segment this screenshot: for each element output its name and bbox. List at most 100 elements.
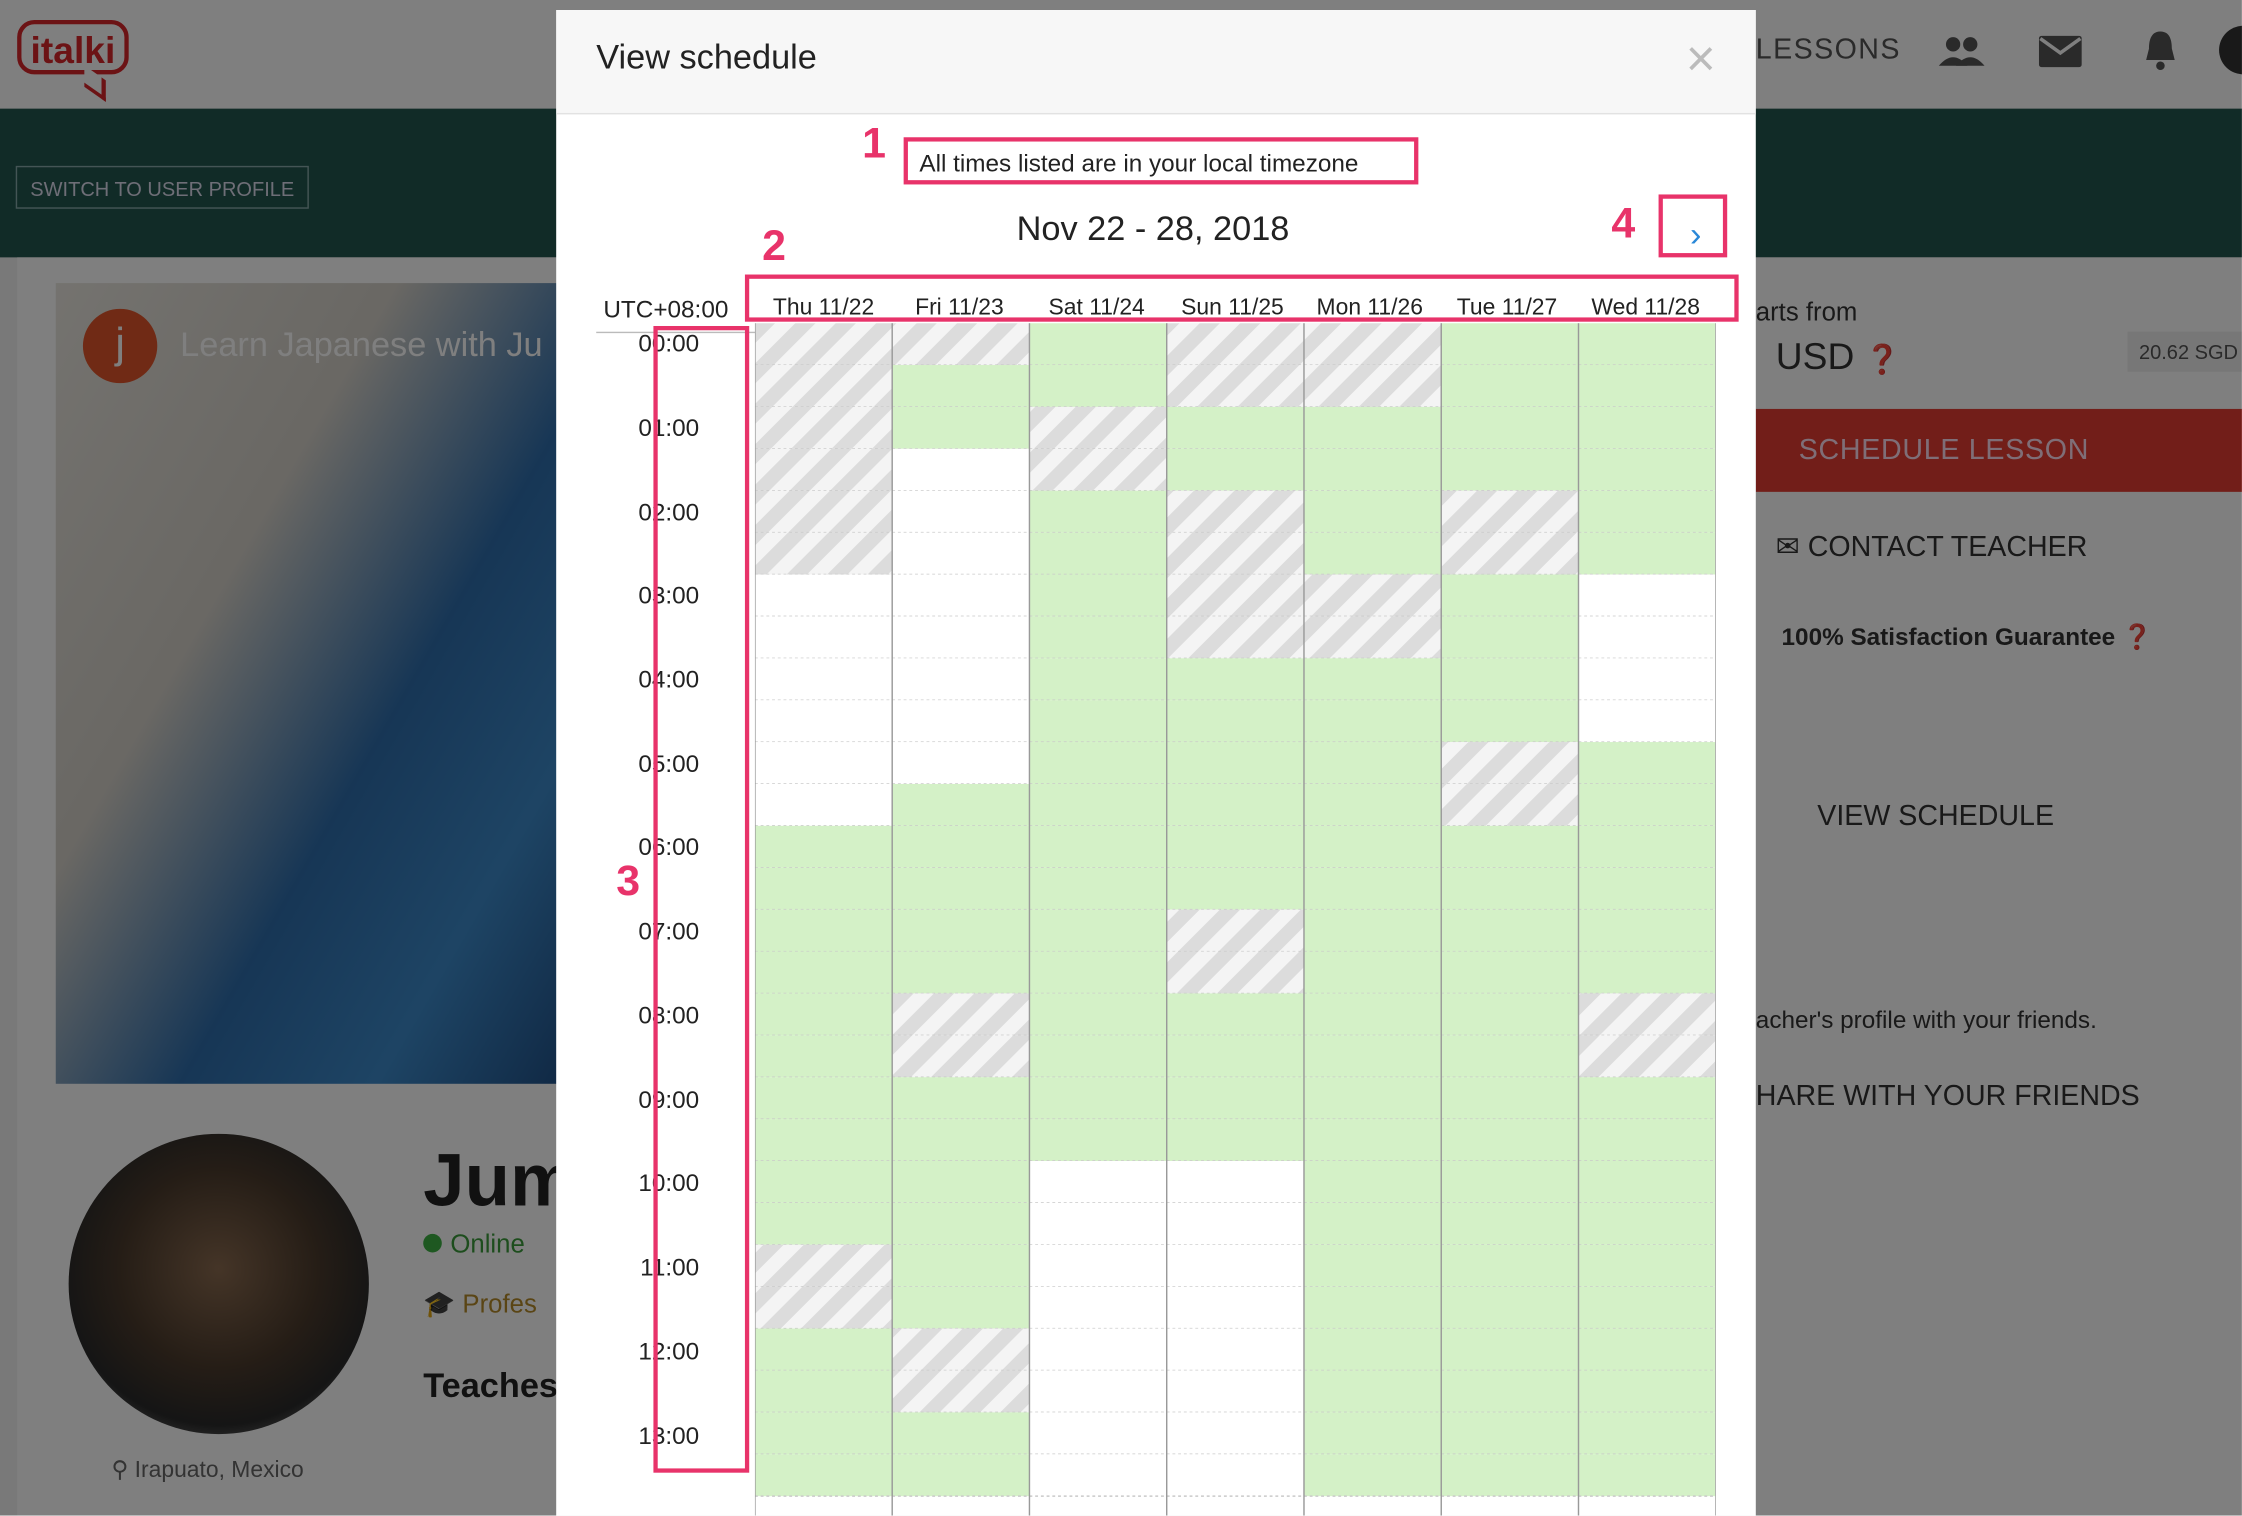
slot-available[interactable] — [754, 951, 893, 994]
slot-available[interactable] — [754, 825, 893, 868]
slot-available[interactable] — [1441, 574, 1579, 617]
slot-available[interactable] — [1166, 825, 1304, 868]
slot-available[interactable] — [1166, 1119, 1304, 1161]
slot-available[interactable] — [754, 1035, 893, 1078]
slot-available[interactable] — [1303, 1077, 1442, 1120]
slot-available[interactable] — [1303, 1160, 1442, 1203]
slot-available[interactable] — [1441, 1119, 1579, 1161]
slot-available[interactable] — [1029, 532, 1167, 575]
slot-available[interactable] — [754, 1119, 893, 1161]
slot-available[interactable] — [1029, 574, 1167, 617]
slot-available[interactable] — [1441, 448, 1579, 491]
slot-available[interactable] — [1029, 1035, 1167, 1078]
slot-available[interactable] — [1029, 365, 1167, 407]
slot-available[interactable] — [1303, 532, 1442, 575]
slot-available[interactable] — [754, 1328, 893, 1371]
slot-available[interactable] — [1578, 1328, 1716, 1371]
slot-available[interactable] — [1303, 867, 1442, 910]
close-icon[interactable]: × — [1686, 29, 1716, 87]
slot-available[interactable] — [892, 783, 1030, 826]
slot-available[interactable] — [892, 867, 1030, 910]
slot-available[interactable] — [1029, 700, 1167, 743]
slot-available[interactable] — [754, 909, 893, 952]
slot-available[interactable] — [1441, 1412, 1579, 1455]
slot-available[interactable] — [1441, 993, 1579, 1036]
slot-available[interactable] — [1578, 1119, 1716, 1161]
slot-available[interactable] — [1578, 323, 1716, 366]
slot-available[interactable] — [1578, 1160, 1716, 1203]
slot-available[interactable] — [1303, 993, 1442, 1036]
slot-available[interactable] — [1578, 1454, 1716, 1497]
slot-available[interactable] — [1441, 825, 1579, 868]
slot-available[interactable] — [1303, 1370, 1442, 1413]
slot-available[interactable] — [1578, 867, 1716, 910]
slot-available[interactable] — [1578, 1412, 1716, 1455]
slot-available[interactable] — [754, 1370, 893, 1413]
slot-available[interactable] — [892, 1454, 1030, 1497]
slot-available[interactable] — [1578, 951, 1716, 994]
slot-available[interactable] — [1029, 742, 1167, 784]
slot-available[interactable] — [1303, 742, 1442, 784]
slot-available[interactable] — [1441, 323, 1579, 366]
slot-available[interactable] — [1441, 1286, 1579, 1329]
slot-available[interactable] — [754, 1160, 893, 1203]
slot-available[interactable] — [892, 1202, 1030, 1245]
slot-available[interactable] — [1029, 909, 1167, 952]
slot-available[interactable] — [754, 1412, 893, 1455]
slot-available[interactable] — [892, 1077, 1030, 1120]
slot-available[interactable] — [1029, 490, 1167, 533]
slot-available[interactable] — [1029, 658, 1167, 701]
slot-available[interactable] — [892, 1286, 1030, 1329]
slot-available[interactable] — [1029, 951, 1167, 994]
slot-available[interactable] — [1441, 616, 1579, 659]
slot-available[interactable] — [1166, 406, 1304, 449]
slot-available[interactable] — [1441, 909, 1579, 952]
slot-available[interactable] — [1303, 1328, 1442, 1371]
slot-available[interactable] — [1578, 365, 1716, 407]
slot-available[interactable] — [1166, 1077, 1304, 1120]
slot-available[interactable] — [1578, 909, 1716, 952]
slot-available[interactable] — [1029, 825, 1167, 868]
slot-available[interactable] — [1303, 406, 1442, 449]
slot-available[interactable] — [1441, 1244, 1579, 1287]
slot-available[interactable] — [1578, 1244, 1716, 1287]
slot-available[interactable] — [1166, 783, 1304, 826]
slot-available[interactable] — [1441, 951, 1579, 994]
slot-available[interactable] — [1578, 742, 1716, 784]
slot-available[interactable] — [892, 1160, 1030, 1203]
slot-available[interactable] — [1303, 448, 1442, 491]
slot-available[interactable] — [1578, 1077, 1716, 1120]
slot-available[interactable] — [1578, 490, 1716, 533]
slot-available[interactable] — [1441, 1454, 1579, 1497]
slot-available[interactable] — [892, 1412, 1030, 1455]
slot-available[interactable] — [1441, 700, 1579, 743]
slot-available[interactable] — [892, 909, 1030, 952]
slot-available[interactable] — [1578, 406, 1716, 449]
slot-available[interactable] — [1578, 1286, 1716, 1329]
slot-available[interactable] — [892, 951, 1030, 994]
slot-available[interactable] — [1303, 1035, 1442, 1078]
slot-available[interactable] — [1441, 867, 1579, 910]
slot-available[interactable] — [1303, 783, 1442, 826]
slot-available[interactable] — [1441, 406, 1579, 449]
slot-available[interactable] — [1303, 700, 1442, 743]
slot-available[interactable] — [892, 825, 1030, 868]
slot-available[interactable] — [1303, 658, 1442, 701]
slot-available[interactable] — [1166, 1035, 1304, 1078]
slot-available[interactable] — [1029, 993, 1167, 1036]
slot-available[interactable] — [1578, 448, 1716, 491]
slot-available[interactable] — [1303, 1286, 1442, 1329]
slot-available[interactable] — [754, 1077, 893, 1120]
slot-available[interactable] — [1029, 323, 1167, 366]
slot-available[interactable] — [1166, 658, 1304, 701]
slot-available[interactable] — [1303, 490, 1442, 533]
slot-available[interactable] — [1441, 1202, 1579, 1245]
slot-available[interactable] — [1303, 1119, 1442, 1161]
slot-available[interactable] — [892, 1244, 1030, 1287]
slot-available[interactable] — [892, 1119, 1030, 1161]
slot-available[interactable] — [754, 993, 893, 1036]
slot-available[interactable] — [892, 365, 1030, 407]
slot-available[interactable] — [1441, 365, 1579, 407]
slot-available[interactable] — [1029, 867, 1167, 910]
slot-available[interactable] — [1029, 1077, 1167, 1120]
